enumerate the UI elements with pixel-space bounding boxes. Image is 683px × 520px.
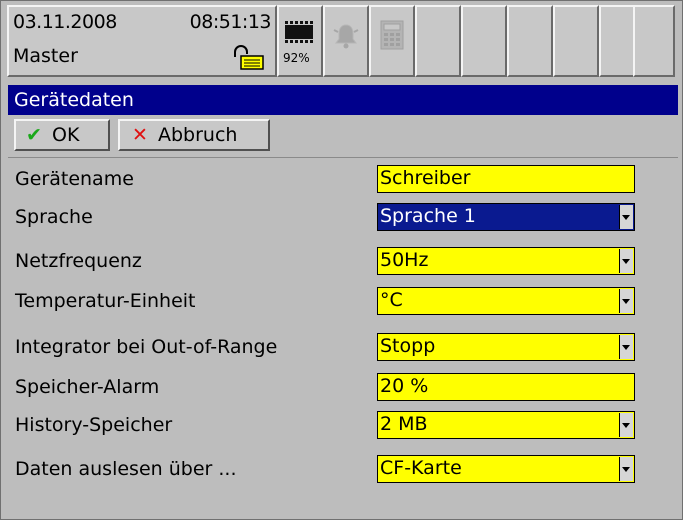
device-name-input[interactable]: Schreiber (377, 165, 635, 193)
field-label: Netzfrequenz (15, 250, 142, 272)
dialog-title: Gerätedaten (14, 89, 134, 111)
form-row-device-name: Gerätename Schreiber (15, 165, 645, 195)
cancel-label: Abbruch (158, 124, 238, 146)
empty-tile-1 (415, 5, 461, 77)
check-icon: ✔ (26, 124, 42, 146)
memory-tile[interactable]: 92% (277, 5, 323, 77)
form-row-history-memory: History-Speicher 2 MB (15, 411, 645, 441)
chevron-down-icon[interactable] (619, 249, 633, 273)
alarm-bell-icon (333, 24, 359, 49)
memory-alarm-input[interactable]: 20 % (377, 373, 635, 401)
field-label: Gerätename (15, 168, 134, 190)
field-label: Temperatur-Einheit (15, 290, 196, 312)
cancel-button[interactable]: ✕ Abbruch (118, 119, 270, 151)
ok-label: OK (52, 124, 80, 146)
user-display: Master (13, 45, 78, 67)
status-bar: 03.11.2008 08:51:13 Master 92% (7, 5, 677, 77)
date-display: 03.11.2008 (13, 11, 117, 33)
empty-tile-6 (633, 5, 675, 77)
field-label: History-Speicher (15, 414, 173, 436)
ok-button[interactable]: ✔ OK (14, 119, 110, 151)
field-label: Integrator bei Out-of-Range (15, 336, 278, 358)
button-row: ✔ OK ✕ Abbruch (8, 115, 678, 157)
form-row-language: Sprache Sprache 1 (15, 203, 645, 233)
field-label: Speicher-Alarm (15, 376, 160, 398)
chevron-down-icon[interactable] (619, 413, 633, 437)
time-display: 08:51:13 (189, 11, 272, 33)
field-value: Schreiber (380, 167, 471, 189)
chevron-down-icon[interactable] (619, 457, 633, 481)
form-row-data-readout: Daten auslesen über ... CF-Karte (15, 455, 645, 485)
empty-tile-2 (461, 5, 507, 77)
calc-tile[interactable] (369, 5, 415, 77)
history-memory-select[interactable]: 2 MB (377, 411, 635, 439)
calculator-icon (380, 20, 404, 50)
form-row-temperature-unit: Temperatur-Einheit °C (15, 287, 645, 317)
alarm-tile[interactable] (323, 5, 369, 77)
frequency-select[interactable]: 50Hz (377, 247, 635, 275)
device-window: 03.11.2008 08:51:13 Master 92% Gerätedat… (0, 0, 683, 520)
memory-chip-icon (285, 21, 313, 43)
field-value: 50Hz (380, 249, 429, 271)
close-icon: ✕ (132, 124, 148, 146)
field-value: CF-Karte (380, 457, 462, 479)
form-row-integrator: Integrator bei Out-of-Range Stopp (15, 333, 645, 363)
empty-tile-3 (507, 5, 553, 77)
chevron-down-icon[interactable] (619, 289, 633, 313)
field-value: 20 % (380, 375, 429, 397)
chevron-down-icon[interactable] (619, 335, 633, 359)
empty-tile-4 (553, 5, 599, 77)
field-label: Daten auslesen über ... (15, 458, 237, 480)
field-label: Sprache (15, 206, 93, 228)
dialog-title-bar: Gerätedaten (8, 85, 678, 115)
form-row-memory-alarm: Speicher-Alarm 20 % (15, 373, 645, 403)
field-value: Sprache 1 (380, 205, 476, 227)
lock-icon[interactable] (231, 45, 267, 71)
field-value: 2 MB (380, 413, 428, 435)
field-value: Stopp (380, 335, 436, 357)
memory-percent: 92% (283, 51, 310, 65)
field-value: °C (380, 289, 403, 311)
divider (8, 157, 678, 158)
temperature-unit-select[interactable]: °C (377, 287, 635, 315)
integrator-select[interactable]: Stopp (377, 333, 635, 361)
data-readout-select[interactable]: CF-Karte (377, 455, 635, 483)
form-row-frequency: Netzfrequenz 50Hz (15, 247, 645, 277)
info-panel: 03.11.2008 08:51:13 Master (7, 5, 277, 77)
language-select[interactable]: Sprache 1 (377, 203, 635, 231)
chevron-down-icon[interactable] (619, 205, 633, 229)
